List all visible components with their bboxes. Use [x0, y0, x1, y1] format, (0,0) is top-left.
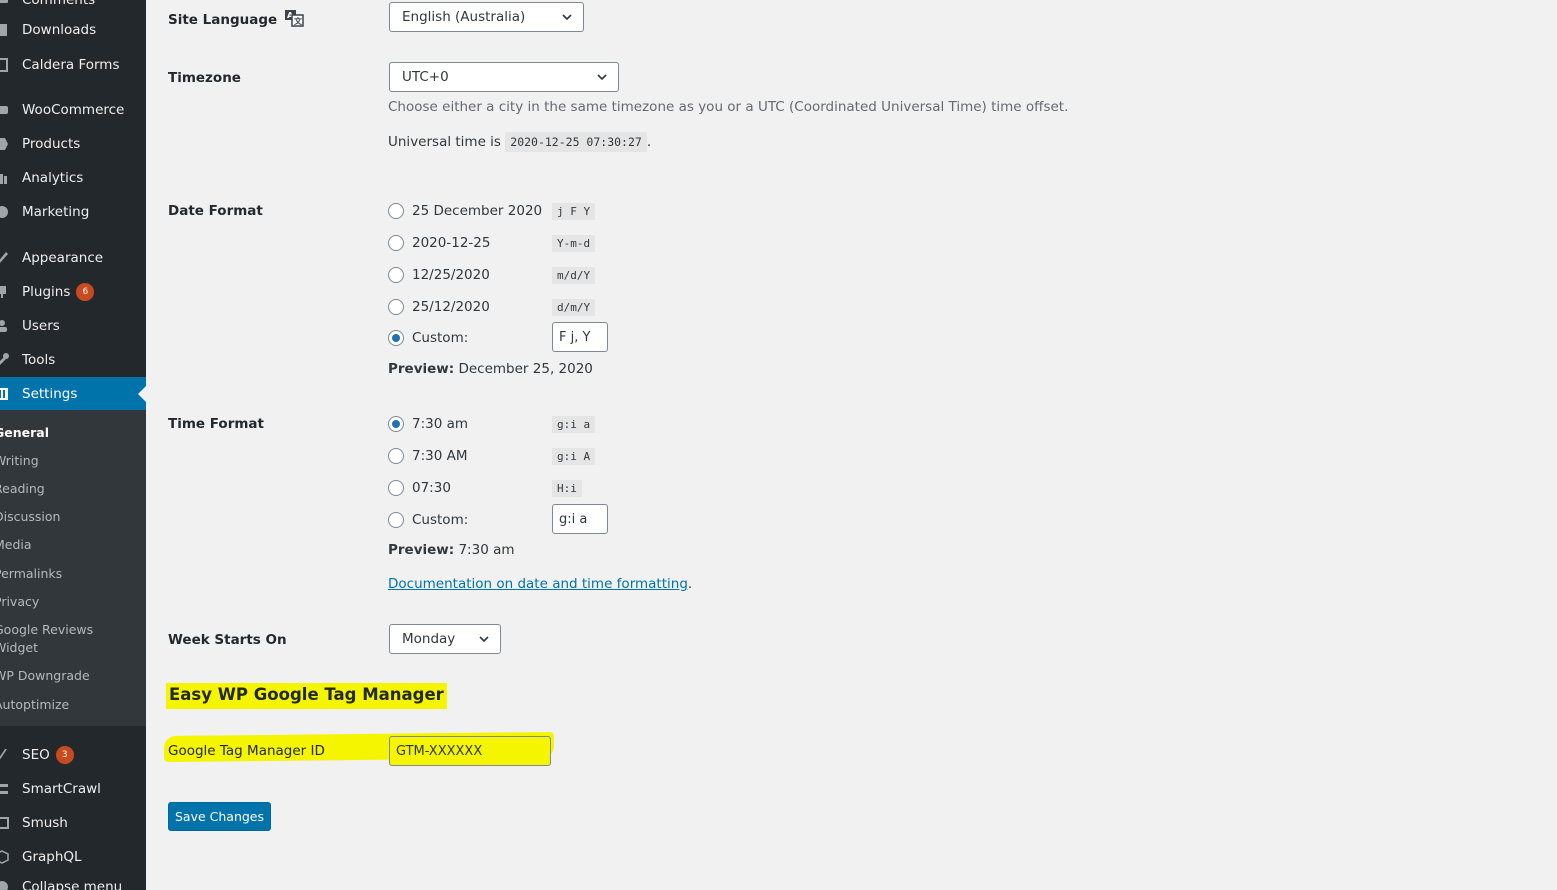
admin-sidebar: Comments Downloads Caldera Forms WooComm… — [0, 0, 146, 890]
submenu-item-reading[interactable]: Reading — [0, 480, 45, 498]
date-time-documentation-link[interactable]: Documentation on date and time formattin… — [388, 576, 692, 592]
menu-item-settings[interactable]: Settings — [0, 377, 146, 411]
time-format-radio-Hi[interactable] — [388, 480, 404, 496]
smush-icon — [0, 815, 10, 831]
time-format-label: Time Format — [168, 416, 264, 432]
gtm-id-input[interactable] — [389, 736, 551, 766]
products-icon — [0, 136, 10, 152]
date-format-radio-custom[interactable] — [388, 330, 404, 346]
date-format-option-label[interactable]: 25/12/2020 — [412, 299, 490, 315]
submenu-item-general[interactable]: General — [0, 424, 49, 442]
date-format-code: m/d/Y — [552, 267, 596, 284]
time-format-preview: Preview: 7:30 am — [388, 542, 515, 558]
appearance-icon — [0, 250, 10, 266]
date-format-option-label[interactable]: 25 December 2020 — [412, 203, 542, 219]
time-format-code: H:i — [552, 480, 582, 497]
time-format-option-label[interactable]: 07:30 — [412, 480, 451, 496]
seo-icon — [0, 747, 10, 763]
submenu-item-writing[interactable]: Writing — [0, 452, 39, 470]
time-format-option-label[interactable]: 7:30 AM — [412, 448, 468, 464]
submenu-item-media[interactable]: Media — [0, 536, 32, 554]
chevron-down-icon — [562, 14, 572, 21]
date-format-preview: Preview: December 25, 2020 — [388, 361, 593, 377]
universal-time-value: 2020-12-25 07:30:27 — [505, 132, 647, 152]
submenu-item-wp-downgrade[interactable]: WP Downgrade — [0, 667, 90, 685]
site-language-select[interactable]: English (Australia) — [389, 2, 584, 32]
time-format-custom-label[interactable]: Custom: — [412, 512, 468, 528]
menu-item-collapse[interactable]: Collapse menu — [0, 870, 146, 890]
menu-item-graphql[interactable]: GraphQL — [0, 840, 146, 874]
time-format-radio-custom[interactable] — [388, 512, 404, 528]
caldera-forms-icon — [0, 57, 10, 73]
site-language-label: Site Language A文 — [168, 9, 304, 31]
timezone-description: Choose either a city in the same timezon… — [388, 99, 1069, 115]
menu-item-analytics[interactable]: Analytics — [0, 161, 146, 195]
date-format-radio-Ymd[interactable] — [388, 235, 404, 251]
menu-item-smartcrawl[interactable]: SmartCrawl — [0, 772, 146, 806]
submenu-item-permalinks[interactable]: Permalinks — [0, 565, 62, 583]
menu-item-woocommerce[interactable]: WooCommerce — [0, 93, 146, 127]
week-starts-on-label: Week Starts On — [168, 632, 287, 648]
date-format-label: Date Format — [168, 203, 263, 219]
analytics-icon — [0, 170, 10, 186]
time-format-custom-input[interactable] — [552, 504, 608, 534]
tools-icon — [0, 352, 10, 368]
submenu-item-autoptimize[interactable]: Autoptimize — [0, 696, 69, 714]
gtm-section-title: Easy WP Google Tag Manager — [166, 683, 447, 709]
seo-notification-count: 3 — [55, 746, 74, 764]
date-format-code: j F Y — [552, 203, 596, 220]
plugins-icon — [0, 284, 10, 300]
time-format-radio-giA[interactable] — [388, 448, 404, 464]
menu-item-products[interactable]: Products — [0, 127, 146, 161]
graphql-icon — [0, 849, 10, 865]
chevron-down-icon — [479, 636, 489, 643]
downloads-icon — [0, 22, 10, 38]
menu-item-users[interactable]: Users — [0, 309, 146, 343]
gtm-id-label: Google Tag Manager ID — [168, 743, 325, 759]
date-format-custom-label[interactable]: Custom: — [412, 330, 468, 346]
date-format-radio-mdY[interactable] — [388, 267, 404, 283]
date-format-option-label[interactable]: 2020-12-25 — [412, 235, 490, 251]
date-format-custom-input[interactable] — [552, 322, 608, 352]
comments-icon — [0, 0, 10, 8]
time-format-code: g:i A — [552, 448, 596, 465]
time-format-radio-gia[interactable] — [388, 416, 404, 432]
submenu-item-discussion[interactable]: Discussion — [0, 508, 60, 526]
plugins-update-count: 6 — [76, 283, 95, 301]
menu-item-tools[interactable]: Tools — [0, 343, 146, 377]
date-format-code: d/m/Y — [552, 299, 596, 316]
chevron-down-icon — [597, 74, 607, 81]
collapse-icon — [0, 879, 10, 890]
smartcrawl-icon — [0, 781, 10, 797]
menu-item-downloads[interactable]: Downloads — [0, 13, 146, 47]
date-format-radio-dmY[interactable] — [388, 299, 404, 315]
menu-item-smush[interactable]: Smush — [0, 806, 146, 840]
menu-item-seo[interactable]: SEO 3 — [0, 738, 146, 772]
time-format-code: g:i a — [552, 416, 596, 433]
menu-item-appearance[interactable]: Appearance — [0, 241, 146, 275]
timezone-select[interactable]: UTC+0 — [389, 62, 619, 92]
timezone-label: Timezone — [168, 70, 241, 86]
settings-icon — [0, 386, 10, 402]
menu-item-caldera-forms[interactable]: Caldera Forms — [0, 48, 146, 82]
menu-item-marketing[interactable]: Marketing — [0, 195, 146, 229]
marketing-icon — [0, 204, 10, 220]
week-starts-on-select[interactable]: Monday — [389, 624, 501, 654]
settings-submenu: General Writing Reading Discussion Media… — [0, 410, 146, 726]
date-format-option-label[interactable]: 12/25/2020 — [412, 267, 490, 283]
time-format-option-label[interactable]: 7:30 am — [412, 416, 468, 432]
date-format-radio-jFY[interactable] — [388, 203, 404, 219]
date-format-code: Y-m-d — [552, 235, 596, 252]
submenu-item-google-reviews-widget[interactable]: Google Reviews Widget — [0, 621, 104, 657]
universal-time: Universal time is 2020-12-25 07:30:27. — [388, 132, 652, 152]
menu-item-plugins[interactable]: Plugins 6 — [0, 275, 146, 309]
woocommerce-icon — [0, 102, 10, 118]
svg-text:文: 文 — [294, 16, 303, 26]
translation-icon: A文 — [284, 9, 304, 31]
save-changes-button[interactable]: Save Changes — [168, 802, 271, 831]
users-icon — [0, 318, 10, 334]
submenu-item-privacy[interactable]: Privacy — [0, 593, 39, 611]
